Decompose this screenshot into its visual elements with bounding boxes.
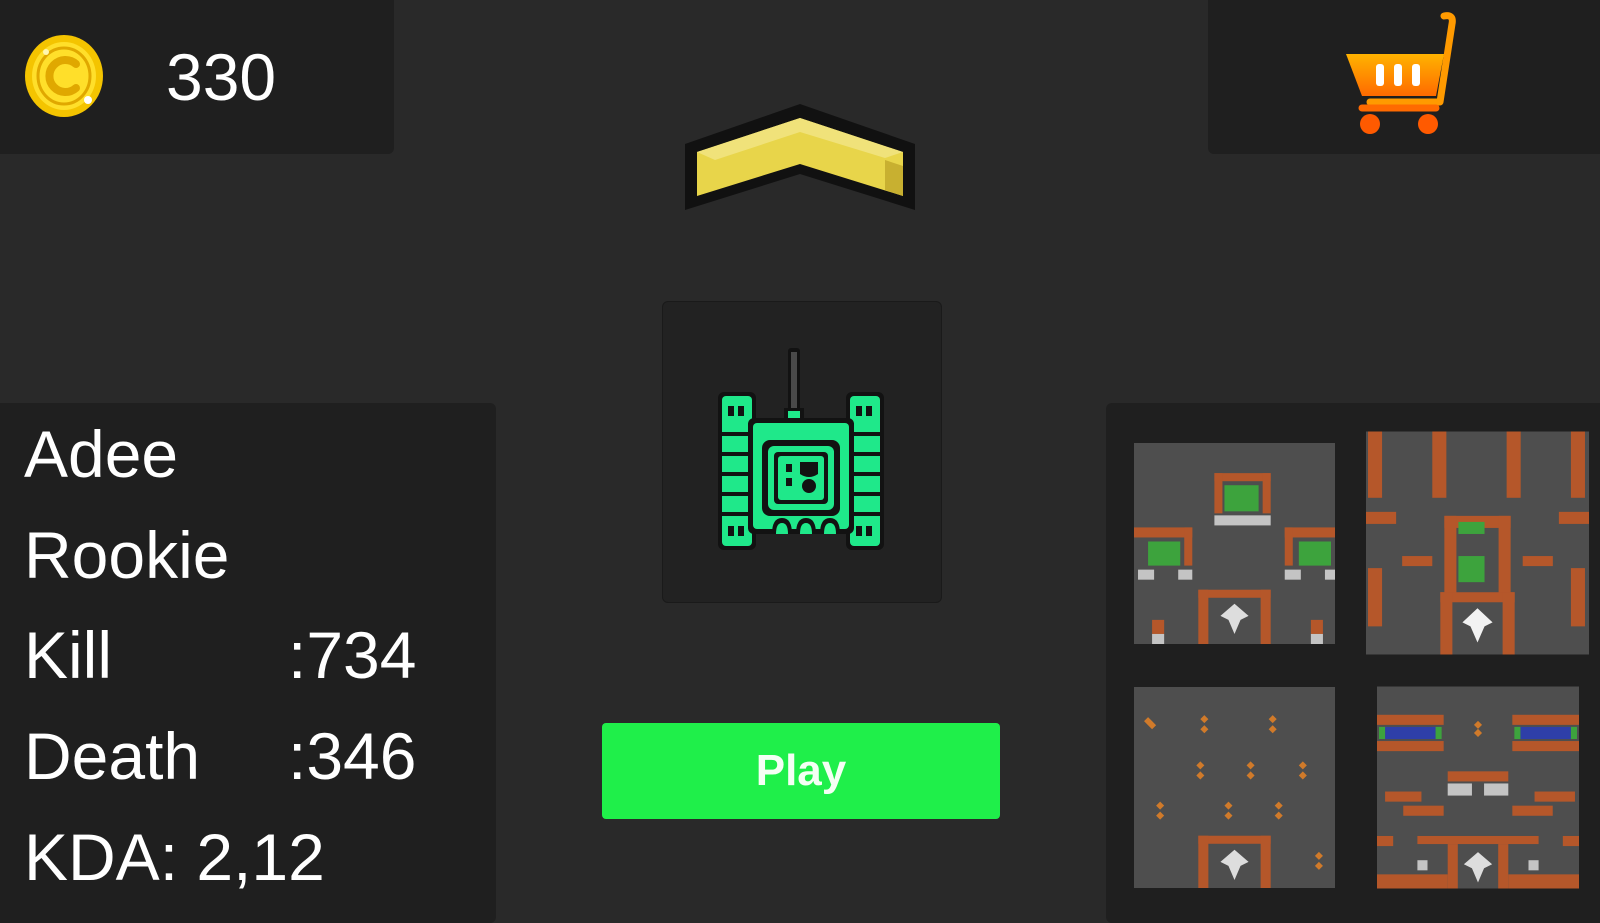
- map-thumbnail-4[interactable]: [1377, 686, 1579, 889]
- map-thumbnail-1[interactable]: [1134, 442, 1335, 645]
- player-rank-title: Rookie: [24, 518, 230, 592]
- death-label: Death: [24, 719, 201, 793]
- player-name: Adee: [24, 417, 179, 491]
- kill-value: :734: [288, 618, 417, 692]
- shopping-cart-icon[interactable]: [1340, 10, 1470, 140]
- coin-count: 330: [166, 40, 277, 114]
- map-thumbnail-3[interactable]: [1134, 686, 1335, 889]
- tank-icon[interactable]: [718, 348, 884, 554]
- kda-value: KDA: 2,12: [24, 820, 325, 894]
- kill-label: Kill: [24, 618, 113, 692]
- rank-chevron-icon: [685, 104, 915, 210]
- play-button[interactable]: Play: [602, 723, 1000, 819]
- map-thumbnail-2[interactable]: [1366, 431, 1589, 655]
- death-value: :346: [288, 719, 417, 793]
- coin-icon: [25, 35, 103, 117]
